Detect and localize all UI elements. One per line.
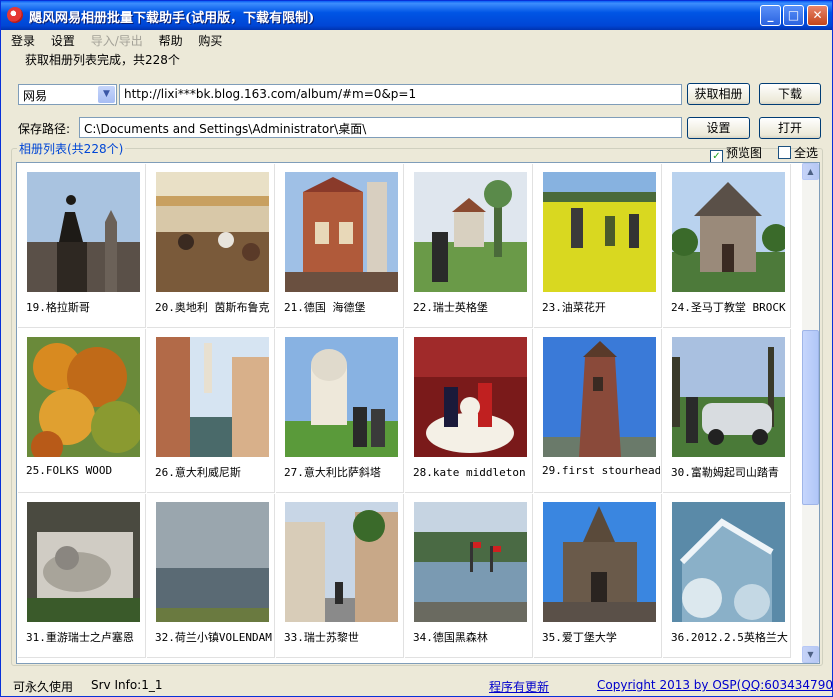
album-item[interactable]: 21.德国 海德堡	[276, 164, 404, 328]
fetch-albums-button[interactable]: 获取相册	[687, 83, 750, 105]
album-caption: 30.富勒姆起司山踏青	[671, 466, 779, 479]
album-item[interactable]: 35.爱丁堡大学	[534, 494, 662, 658]
album-caption: 32.荷兰小镇VOLENDAM	[155, 631, 272, 644]
album-caption: 29.first stourhead	[542, 464, 660, 477]
album-thumbnail[interactable]	[27, 337, 140, 457]
album-thumbnail[interactable]	[414, 502, 527, 622]
save-path-label: 保存路径:	[18, 122, 71, 136]
album-item[interactable]: 20.奥地利 茵斯布鲁克	[147, 164, 275, 328]
album-item[interactable]: 34.德国黑森林	[405, 494, 533, 658]
album-caption: 20.奥地利 茵斯布鲁克	[155, 301, 270, 314]
menu-import-export: 导入/导出	[90, 34, 143, 48]
album-caption: 27.意大利比萨斜塔	[284, 466, 381, 479]
select-all-checkbox[interactable]: 全选	[778, 144, 818, 161]
album-thumbnail[interactable]	[672, 172, 785, 292]
album-thumbnail[interactable]	[156, 502, 269, 622]
status-message: 获取相册列表完成，共228个	[25, 53, 180, 67]
menu-buy[interactable]: 购买	[192, 31, 228, 50]
album-caption: 31.重游瑞士之卢塞恩	[26, 631, 134, 644]
album-caption: 21.德国 海德堡	[284, 301, 366, 314]
album-thumbnail[interactable]	[27, 502, 140, 622]
status-bar: 可永久使用 Srv Info:1_1 程序有更新 Copyright 2013 …	[1, 673, 833, 697]
album-caption: 28.kate middleton 王	[413, 466, 531, 479]
album-caption: 35.爱丁堡大学	[542, 631, 617, 644]
title-bar[interactable]: 飓风网易相册批量下载助手(试用版，下载有限制) _ □ ✕	[1, 1, 832, 30]
album-thumbnail[interactable]	[414, 172, 527, 292]
scroll-up-arrow-icon[interactable]: ▲	[802, 163, 819, 180]
preview-checkbox-label: 预览图	[726, 146, 763, 160]
copyright-link[interactable]: Copyright 2013 by OSP(QQ:603434790)	[597, 678, 833, 692]
source-select[interactable]: 网易 ▼	[18, 84, 117, 105]
vertical-scrollbar[interactable]: ▲ ▼	[802, 163, 819, 663]
album-caption: 24.圣马丁教堂 BROCK	[671, 301, 786, 314]
license-status: 可永久使用	[13, 680, 74, 694]
menu-settings[interactable]: 设置	[45, 31, 81, 50]
album-caption: 36.2012.2.5英格兰大	[671, 631, 788, 644]
album-thumbnail[interactable]	[156, 172, 269, 292]
album-item[interactable]: 25.FOLKS WOOD	[18, 329, 146, 493]
server-info: Srv Info:1_1	[91, 678, 163, 692]
album-thumbnail[interactable]	[672, 502, 785, 622]
album-item[interactable]: 36.2012.2.5英格兰大	[663, 494, 791, 658]
close-button[interactable]: ✕	[807, 5, 828, 26]
open-folder-button[interactable]: 打开	[759, 117, 821, 139]
album-item[interactable]: 23.油菜花开	[534, 164, 662, 328]
settings-button[interactable]: 设置	[687, 117, 750, 139]
album-caption: 22.瑞士英格堡	[413, 301, 488, 314]
album-item[interactable]: 19.格拉斯哥	[18, 164, 146, 328]
album-thumbnail[interactable]	[285, 172, 398, 292]
album-thumbnail[interactable]	[285, 337, 398, 457]
album-thumbnail[interactable]	[414, 337, 527, 457]
album-caption: 19.格拉斯哥	[26, 301, 90, 314]
album-thumbnail[interactable]	[543, 172, 656, 292]
window-title: 飓风网易相册批量下载助手(试用版，下载有限制)	[29, 11, 315, 26]
album-item[interactable]: 27.意大利比萨斜塔	[276, 329, 404, 493]
update-link[interactable]: 程序有更新	[489, 678, 549, 695]
checkbox-unchecked-icon[interactable]	[778, 146, 791, 159]
menu-login[interactable]: 登录	[5, 31, 41, 50]
save-path-input[interactable]: C:\Documents and Settings\Administrator\…	[79, 117, 682, 138]
minimize-button[interactable]: _	[760, 5, 781, 26]
album-caption: 26.意大利威尼斯	[155, 466, 241, 479]
chevron-down-icon[interactable]: ▼	[98, 86, 115, 103]
scrollbar-thumb[interactable]	[802, 330, 819, 505]
maximize-button[interactable]: □	[783, 5, 804, 26]
album-caption: 23.油菜花开	[542, 301, 606, 314]
album-item[interactable]: 26.意大利威尼斯	[147, 329, 275, 493]
album-item[interactable]: 32.荷兰小镇VOLENDAM	[147, 494, 275, 658]
app-window: 飓风网易相册批量下载助手(试用版，下载有限制) _ □ ✕ 登录 设置 导入/导…	[0, 0, 833, 697]
album-list-view[interactable]: 19.格拉斯哥 20.奥地利 茵斯布鲁克 21.德国 海德堡 22.瑞士英格堡 23.油…	[16, 162, 820, 664]
album-thumbnail[interactable]	[543, 502, 656, 622]
album-list-title: 相册列表(共228个)	[17, 140, 126, 157]
scroll-down-arrow-icon[interactable]: ▼	[802, 646, 819, 663]
menu-bar: 登录 设置 导入/导出 帮助 购买	[5, 31, 228, 49]
album-thumbnail[interactable]	[27, 172, 140, 292]
album-item[interactable]: 30.富勒姆起司山踏青	[663, 329, 791, 493]
album-url-input[interactable]: http://lixi***bk.blog.163.com/album/#m=0…	[119, 84, 682, 105]
preview-checkbox[interactable]: ✓ 预览图	[710, 144, 762, 163]
album-item[interactable]: 31.重游瑞士之卢塞恩	[18, 494, 146, 658]
select-all-checkbox-label: 全选	[794, 146, 819, 160]
album-caption: 34.德国黑森林	[413, 631, 488, 644]
album-item[interactable]: 33.瑞士苏黎世	[276, 494, 404, 658]
app-logo-icon	[7, 7, 23, 23]
album-item[interactable]: 24.圣马丁教堂 BROCK	[663, 164, 791, 328]
album-item[interactable]: 28.kate middleton 王	[405, 329, 533, 493]
album-thumbnail[interactable]	[285, 502, 398, 622]
album-thumbnail[interactable]	[672, 337, 785, 457]
album-item[interactable]: 29.first stourhead	[534, 329, 662, 493]
album-item[interactable]: 22.瑞士英格堡	[405, 164, 533, 328]
album-thumbnail[interactable]	[156, 337, 269, 457]
menu-help[interactable]: 帮助	[153, 31, 189, 50]
album-thumbnail[interactable]	[543, 337, 656, 457]
album-caption: 25.FOLKS WOOD	[26, 464, 113, 477]
album-caption: 33.瑞士苏黎世	[284, 631, 359, 644]
source-select-value: 网易	[23, 89, 48, 103]
download-button[interactable]: 下载	[759, 83, 821, 105]
